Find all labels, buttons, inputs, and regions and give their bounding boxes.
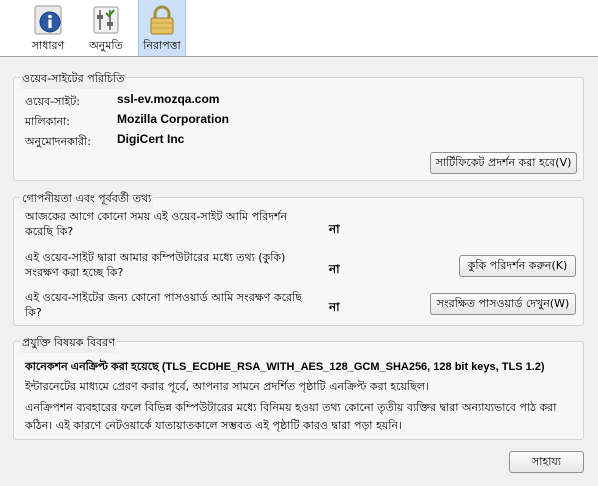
permissions-icon	[93, 6, 119, 34]
help-button[interactable]: সাহায্য	[509, 451, 584, 473]
technical-group: প্রযুক্তি বিষয়ক বিবরণ কানেকশন এনক্রিপ্ট…	[13, 334, 584, 440]
cookies-answer: না	[329, 262, 340, 276]
website-value: ssl-ev.mozqa.com	[117, 92, 220, 106]
privacy-group-title: গোপনীয়তা এবং পূর্ববর্তী তথ্য	[20, 190, 154, 209]
passwords-answer: না	[329, 300, 340, 314]
identity-group-title: ওয়েব-সাইটের পরিচিতি	[20, 70, 127, 89]
info-icon	[34, 5, 62, 35]
padlock-icon	[150, 5, 174, 35]
view-passwords-button[interactable]: সংরক্ষিত পাসওয়ার্ড দেখুন(W)	[430, 293, 576, 315]
visited-question: আজকের আগে কোনো সময় এই ওয়েব-সাইট আমি পর…	[25, 210, 288, 238]
connection-status: কানেকশন এনক্রিপ্ট করা হয়েছে (TLS_ECDHE_…	[25, 361, 545, 373]
verifier-label: অনুমোদনকারী:	[25, 135, 91, 148]
encryption-note-line1: ইন্টারনেটের মাধ্যমে প্রেরণ করার পূর্বে, …	[25, 380, 429, 393]
tab-general-label: সাধারণ	[31, 39, 65, 52]
tab-general[interactable]: সাধারণ	[24, 0, 72, 56]
tab-permissions-label: অনুমতি	[89, 39, 123, 52]
tab-security[interactable]: নিরাপত্তা	[138, 0, 186, 56]
view-certificate-button[interactable]: সার্টিফিকেট প্রদর্শন করা হবে(V)	[430, 152, 577, 174]
view-cookies-button[interactable]: কুকি পরিদর্শন করুন(K)	[459, 255, 576, 277]
cookies-question: এই ওয়েব-সাইট দ্বারা আমার কম্পিউটারের মধ…	[25, 251, 286, 279]
visited-answer: না	[329, 222, 340, 236]
passwords-question: এই ওয়েব-সাইটের জন্য কোনো পাসওয়ার্ড আমি…	[25, 291, 302, 319]
tab-permissions[interactable]: অনুমতি	[82, 0, 130, 56]
website-label: ওয়েব-সাইট:	[25, 95, 80, 108]
toolbar: সাধারণ অনুমতি নিরাপত্তা	[0, 0, 598, 57]
technical-group-title: প্রযুক্তি বিষয়ক বিবরণ	[20, 334, 117, 353]
encryption-note-line3: কঠিন। এই কারণে নেটওয়ার্কে যাতায়াতকালে …	[25, 419, 402, 432]
owner-label: মালিকানা:	[25, 115, 70, 128]
verifier-value: DigiCert Inc	[117, 132, 185, 146]
privacy-group: গোপনীয়তা এবং পূর্ববর্তী তথ্য আজকের আগে …	[13, 190, 584, 326]
owner-value: Mozilla Corporation	[117, 112, 229, 126]
encryption-note-line2: এনক্রিপশন ব্যবহারের ফলে বিভিন্ন কম্পিউটা…	[25, 401, 557, 414]
tab-security-label: নিরাপত্তা	[143, 39, 181, 52]
identity-group: ওয়েব-সাইটের পরিচিতি ওয়েব-সাইট: ssl-ev.…	[13, 70, 584, 181]
